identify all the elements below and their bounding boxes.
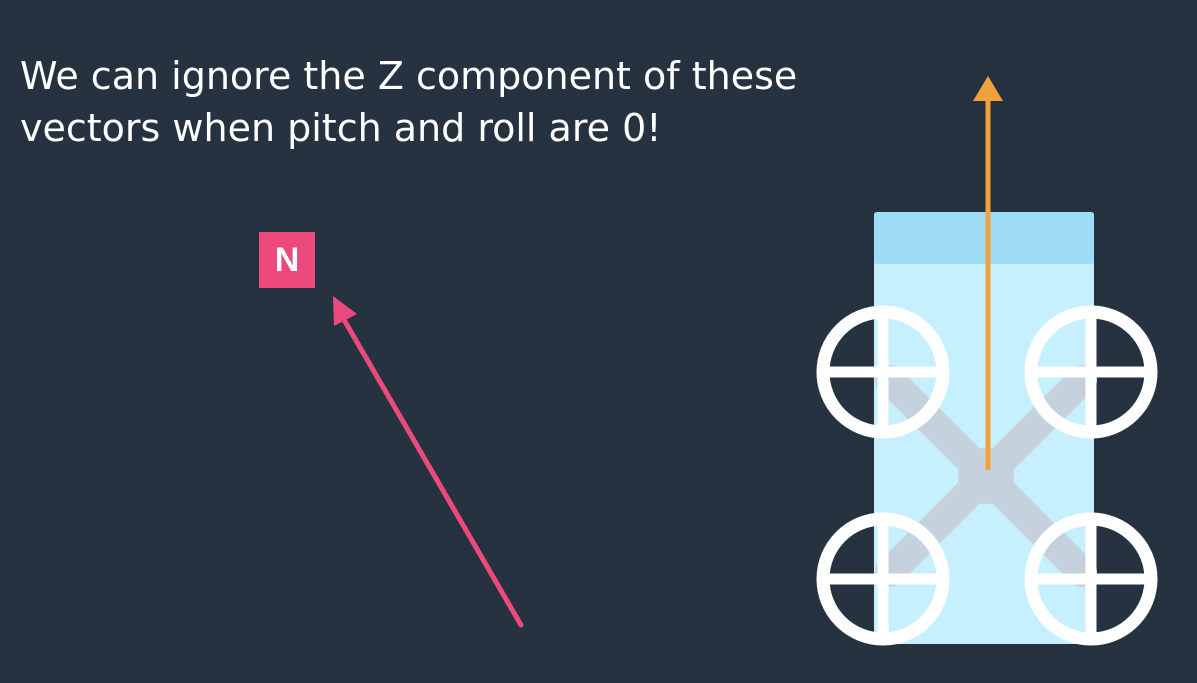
rotor-top-left-icon bbox=[816, 305, 950, 439]
drone-body-top bbox=[874, 212, 1094, 264]
north-vector-arrow bbox=[333, 296, 524, 628]
diagram-canvas bbox=[333, 76, 1158, 646]
rotor-bottom-right-icon bbox=[1024, 512, 1158, 646]
rotor-top-right-icon bbox=[1024, 305, 1158, 439]
rotor-bottom-left-icon bbox=[816, 512, 950, 646]
